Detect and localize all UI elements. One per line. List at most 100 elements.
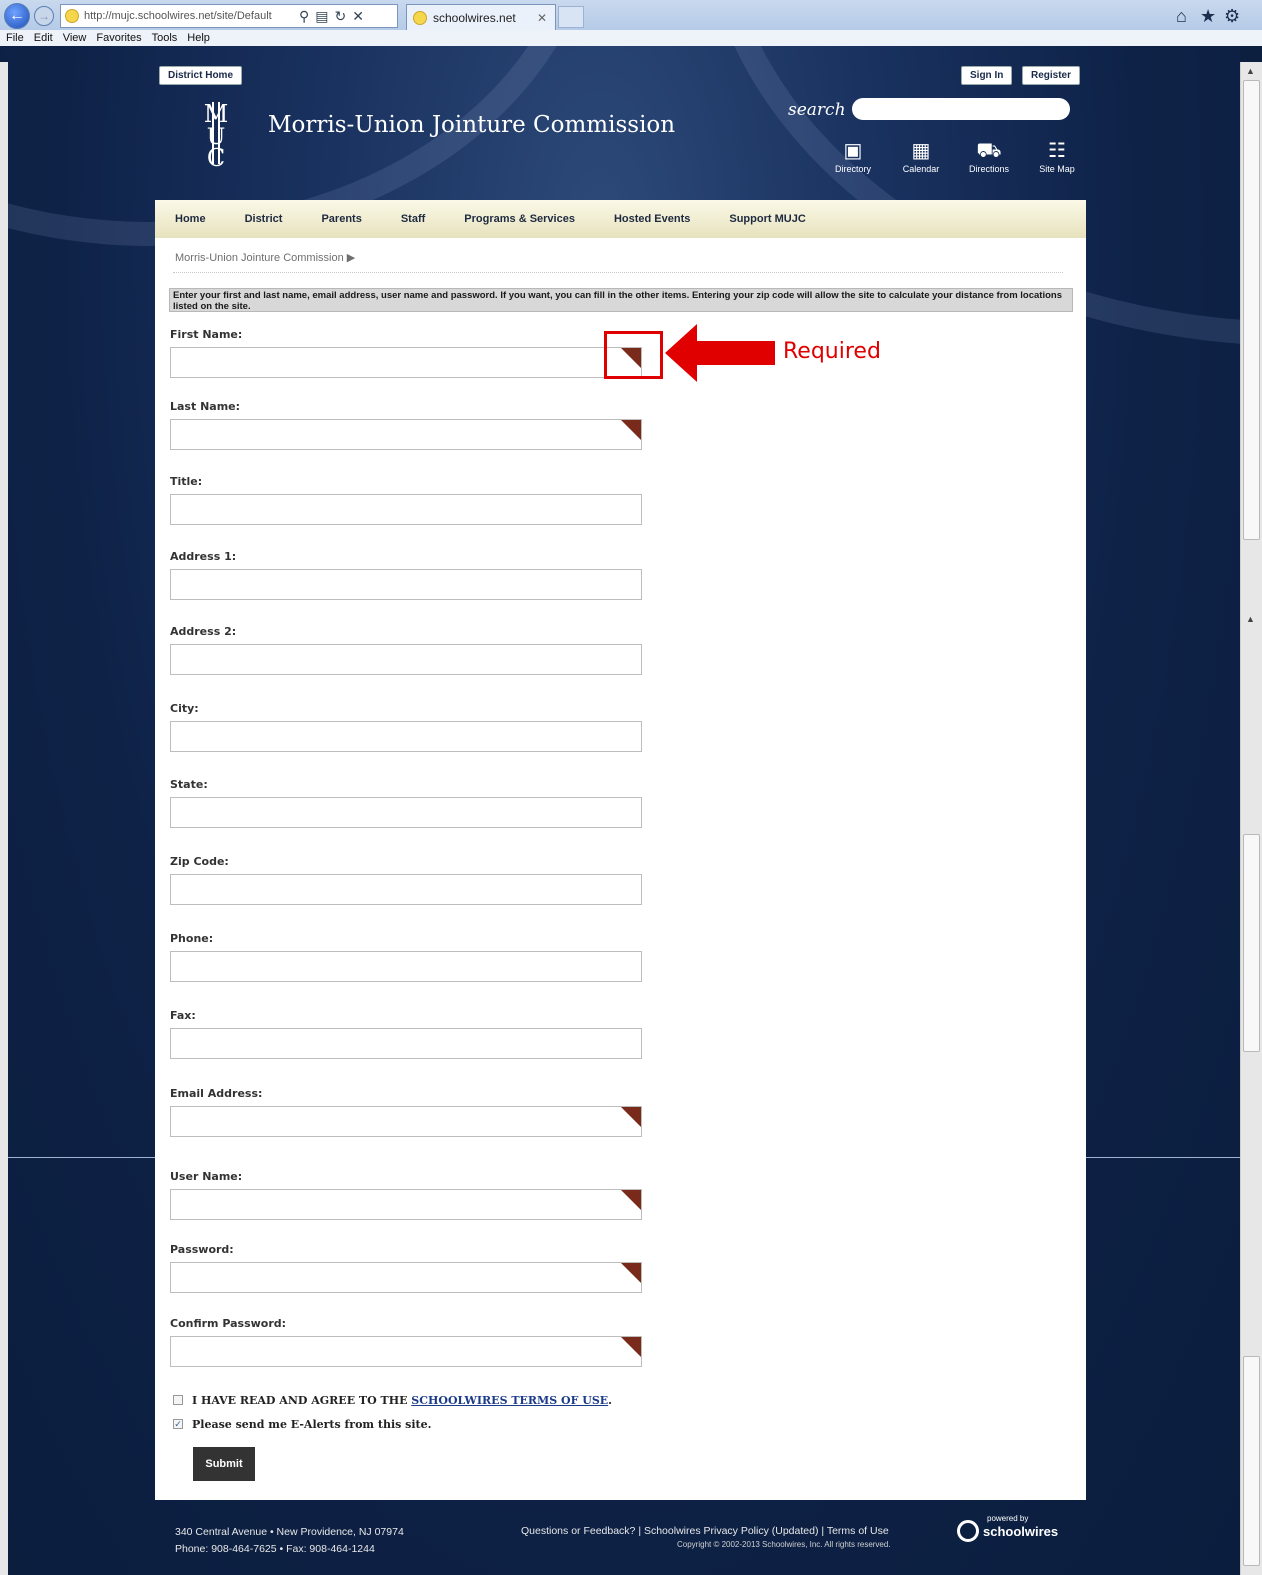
tab-row: ← → http://mujc.schoolwires.net/site/Def… <box>0 0 1262 30</box>
mujc-logo[interactable]: M U C <box>190 98 242 172</box>
tab-page-icon <box>413 10 427 25</box>
sign-in-button[interactable]: Sign In <box>961 66 1013 85</box>
footer-copyright: Copyright © 2002-2013 Schoolwires, Inc. … <box>677 1540 891 1549</box>
menu-view[interactable]: View <box>63 32 87 44</box>
scrollbar-thumb[interactable] <box>1243 80 1260 540</box>
field-label: Last Name: <box>170 400 241 413</box>
field-input[interactable] <box>170 569 642 600</box>
url-text[interactable]: http://mujc.schoolwires.net/site/Default <box>84 10 294 22</box>
menu-file[interactable]: File <box>6 32 24 44</box>
refresh-icon[interactable]: ↻ <box>335 8 347 25</box>
home-icon[interactable]: ⌂ <box>1176 6 1187 27</box>
field-label: First Name: <box>170 328 243 341</box>
breadcrumb-arrow-icon: ▶ <box>346 252 356 264</box>
tab-active[interactable]: schoolwires.net ✕ <box>406 4 556 30</box>
svg-text:M: M <box>204 100 229 128</box>
menu-edit[interactable]: Edit <box>34 32 53 44</box>
schoolwires-badge[interactable]: powered by schoolwires <box>957 1514 1058 1542</box>
scrollbar-thumb[interactable] <box>1243 1356 1260 1566</box>
terms-of-use-link[interactable]: SCHOOLWIRES TERMS OF USE <box>411 1394 608 1407</box>
ealerts-label: Please send me E-Alerts from this site. <box>192 1418 432 1431</box>
required-marker-icon <box>621 1190 641 1210</box>
footer-contact: 340 Central Avenue • New Providence, NJ … <box>175 1524 404 1558</box>
menu-help[interactable]: Help <box>187 32 210 44</box>
directions-link[interactable]: ⛟ Directions <box>959 138 1019 174</box>
menu-favorites[interactable]: Favorites <box>96 32 141 44</box>
site-map-link[interactable]: ☷ Site Map <box>1027 138 1087 174</box>
field-input[interactable] <box>170 1336 642 1367</box>
field-label: Email Address: <box>170 1087 263 1100</box>
field-label: Title: <box>170 475 203 488</box>
car-icon: ⛟ <box>976 140 1002 162</box>
nav-support-mujc[interactable]: Support MUJC <box>729 213 805 225</box>
field-label: City: <box>170 702 199 715</box>
required-arrow-icon <box>665 324 775 382</box>
search-icon[interactable]: ⚲ <box>299 8 309 25</box>
required-annotation: Required <box>783 339 881 364</box>
nav-district[interactable]: District <box>245 213 283 225</box>
field-input[interactable] <box>170 1189 642 1220</box>
required-marker-icon <box>621 1337 641 1357</box>
forward-button[interactable]: → <box>34 6 54 26</box>
breadcrumb: Morris-Union Jointure Commission ▶ <box>175 251 355 264</box>
field-input[interactable] <box>170 1028 642 1059</box>
scroll-up-arrow-icon[interactable]: ▲ <box>1246 614 1255 624</box>
menu-bar: File Edit View Favorites Tools Help <box>0 30 1262 46</box>
nav-hosted-events[interactable]: Hosted Events <box>614 213 690 225</box>
field-input[interactable] <box>170 1106 642 1137</box>
terms-label: I HAVE READ AND AGREE TO THE SCHOOLWIRES… <box>192 1394 612 1407</box>
register-button[interactable]: Register <box>1022 66 1081 85</box>
intro-instructions: Enter your first and last name, email ad… <box>169 288 1073 312</box>
field-input[interactable] <box>170 419 642 450</box>
nav-parents[interactable]: Parents <box>321 213 361 225</box>
field-label: Zip Code: <box>170 855 229 868</box>
field-input[interactable] <box>170 874 642 905</box>
field-label: Password: <box>170 1243 234 1256</box>
required-marker-icon <box>621 420 641 440</box>
page-icon <box>65 9 79 23</box>
compat-view-icon[interactable]: ▤ <box>315 8 328 25</box>
main-content: Home District Parents Staff Programs & S… <box>155 200 1086 1500</box>
breadcrumb-link[interactable]: Morris-Union Jointure Commission <box>175 252 344 264</box>
field-input[interactable] <box>170 1262 642 1293</box>
field-label: Confirm Password: <box>170 1317 287 1330</box>
scrollbar-thumb[interactable] <box>1243 834 1260 1052</box>
calendar-link[interactable]: ▦ Calendar <box>891 138 951 174</box>
field-label: Phone: <box>170 932 214 945</box>
new-tab-button[interactable] <box>558 6 584 28</box>
address-bar[interactable]: http://mujc.schoolwires.net/site/Default… <box>60 4 398 28</box>
logo-monogram-icon: M U C <box>204 100 229 172</box>
favorites-star-icon[interactable]: ★ <box>1200 6 1216 27</box>
main-nav: Home District Parents Staff Programs & S… <box>155 200 1086 238</box>
field-input[interactable] <box>170 347 642 378</box>
svg-text:C: C <box>207 144 225 172</box>
field-input[interactable] <box>170 644 642 675</box>
field-input[interactable] <box>170 951 642 982</box>
back-button[interactable]: ← <box>4 3 30 29</box>
field-input[interactable] <box>170 797 642 828</box>
footer-links[interactable]: Questions or Feedback? | Schoolwires Pri… <box>521 1524 889 1538</box>
directory-icon: ▣ <box>843 140 863 162</box>
site-title[interactable]: Morris-Union Jointure Commission <box>268 112 675 138</box>
nav-staff[interactable]: Staff <box>401 213 425 225</box>
required-marker-icon <box>621 1263 641 1283</box>
directory-link[interactable]: ▣ Directory <box>823 138 883 174</box>
field-input[interactable] <box>170 721 642 752</box>
tab-close-icon[interactable]: ✕ <box>537 11 547 25</box>
terms-checkbox[interactable] <box>173 1395 183 1405</box>
nav-home[interactable]: Home <box>175 213 206 225</box>
search-input[interactable] <box>852 98 1070 120</box>
browser-chrome: ← → http://mujc.schoolwires.net/site/Def… <box>0 0 1262 46</box>
gear-icon[interactable]: ⚙ <box>1224 6 1240 27</box>
scroll-up-arrow-icon[interactable]: ▲ <box>1246 66 1255 76</box>
required-marker-icon <box>621 1107 641 1127</box>
stop-icon[interactable]: ✕ <box>352 8 364 25</box>
menu-tools[interactable]: Tools <box>152 32 178 44</box>
ealerts-checkbox[interactable]: ✓ <box>173 1419 183 1429</box>
tab-title: schoolwires.net <box>433 10 516 25</box>
field-input[interactable] <box>170 494 642 525</box>
vertical-scrollbar[interactable]: ▲ ▲ <box>1240 62 1262 1575</box>
district-home-button[interactable]: District Home <box>159 66 243 85</box>
nav-programs-services[interactable]: Programs & Services <box>464 213 575 225</box>
submit-button[interactable]: Submit <box>193 1447 255 1481</box>
